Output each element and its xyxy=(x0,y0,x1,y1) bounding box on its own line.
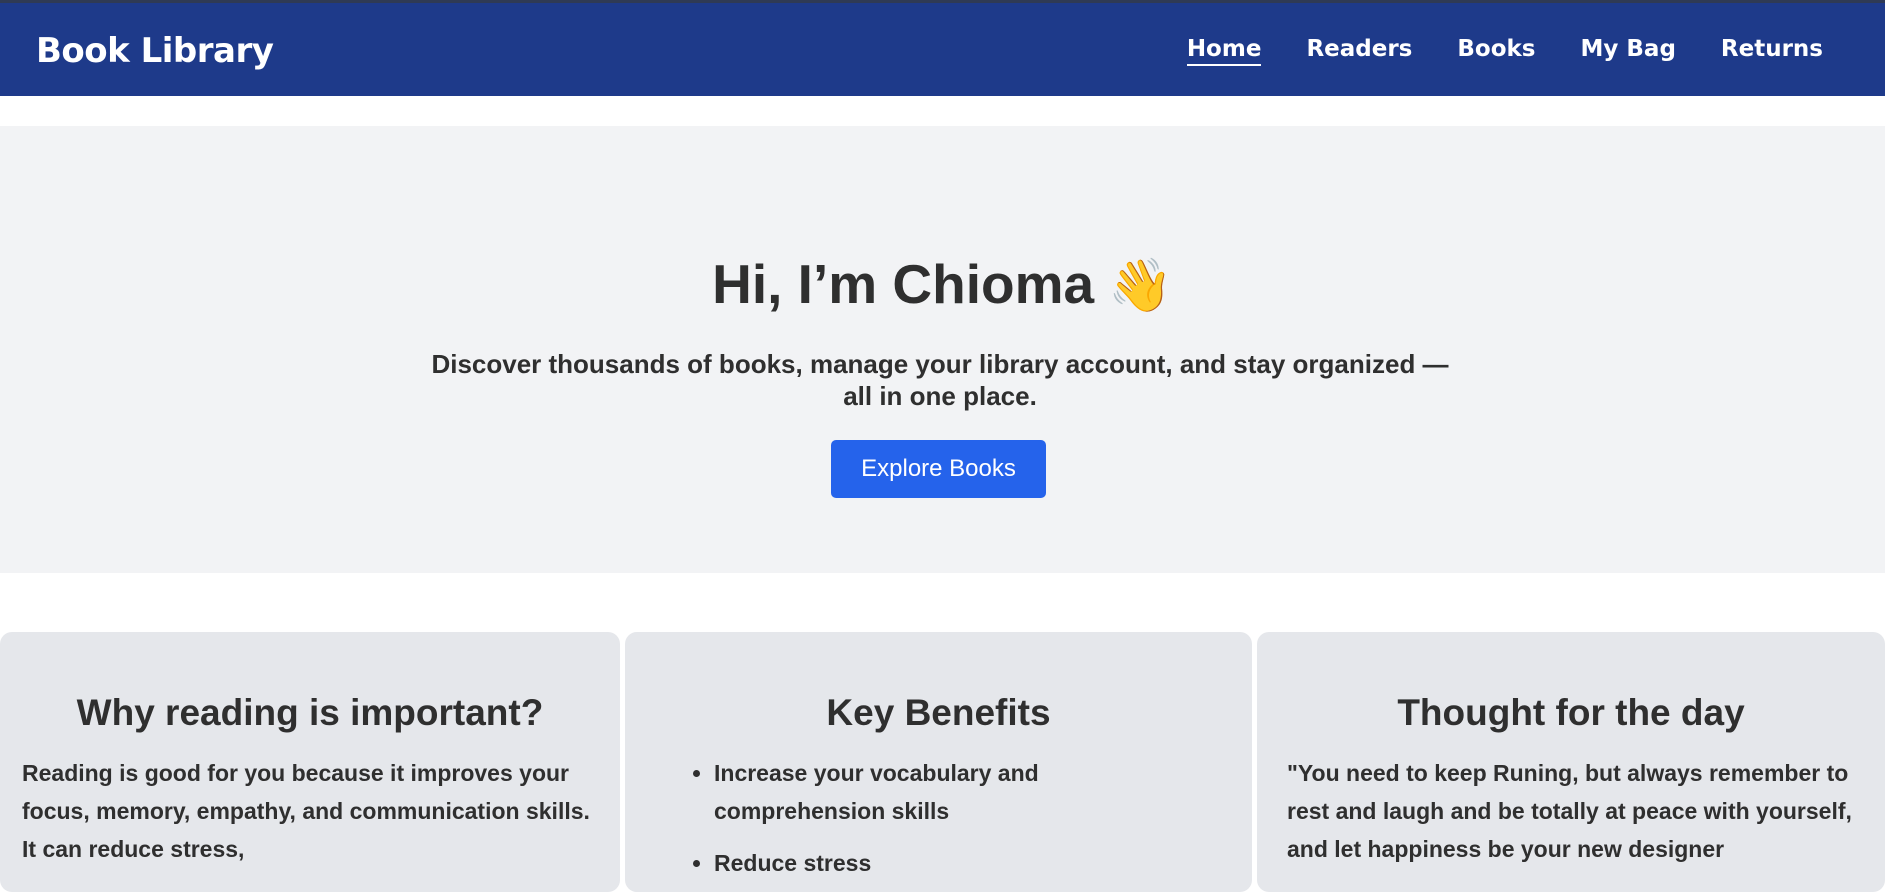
card-title: Why reading is important? xyxy=(76,692,544,733)
main-nav: Home Readers Books My Bag Returns xyxy=(1186,36,1823,66)
nav-my-bag-link[interactable]: My Bag xyxy=(1581,36,1676,66)
hero-heading: Hi, I’m Chioma 👋 xyxy=(0,252,1885,316)
nav-books-link[interactable]: Books xyxy=(1457,36,1535,66)
why-reading-card: Why reading is important? Reading is goo… xyxy=(0,632,620,892)
nav-home-link[interactable]: Home xyxy=(1186,36,1262,66)
card-body: Reading is good for you because it impro… xyxy=(22,760,590,862)
card-title: Thought for the day xyxy=(1397,692,1745,733)
key-benefits-card: Key Benefits Increase your vocabulary an… xyxy=(625,632,1252,892)
explore-books-button[interactable]: Explore Books xyxy=(831,440,1046,498)
hero-tagline: Discover thousands of books, manage your… xyxy=(431,349,1449,411)
hero-section: Hi, I’m Chioma 👋 Discover thousands of bo… xyxy=(0,126,1885,573)
greeting-text: Hi, I’m Chioma xyxy=(712,253,1095,315)
thought-of-day-card: Thought for the day "You need to keep Ru… xyxy=(1257,632,1885,892)
list-item: Increase your vocabulary and comprehensi… xyxy=(714,754,1212,830)
list-item: Reduce stress xyxy=(714,844,1212,882)
waving-hand-icon: 👋 xyxy=(1108,257,1173,315)
brand-logo[interactable]: Book Library xyxy=(36,31,274,71)
nav-readers-link[interactable]: Readers xyxy=(1306,36,1412,66)
benefits-list: Increase your vocabulary and comprehensi… xyxy=(625,754,1252,882)
info-cards: Why reading is important? Reading is goo… xyxy=(0,632,1885,892)
nav-returns-link[interactable]: Returns xyxy=(1721,36,1823,66)
navbar: Book Library Home Readers Books My Bag R… xyxy=(0,3,1885,96)
card-title: Key Benefits xyxy=(826,692,1051,733)
card-body: "You need to keep Runing, but always rem… xyxy=(1287,760,1852,862)
